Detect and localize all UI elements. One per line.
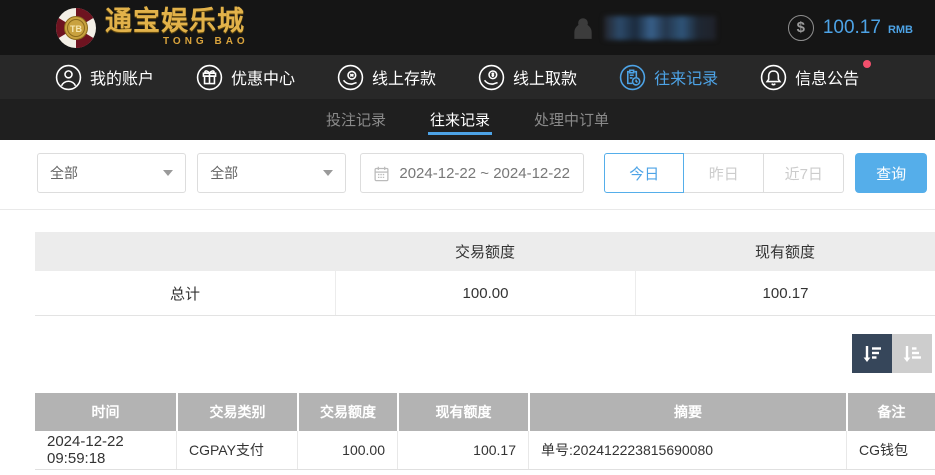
summary-total-label: 总计 xyxy=(169,285,200,303)
top-bar: TB 通宝娱乐城 TONG BAO $ 100.17 RMB xyxy=(0,0,935,55)
today-button[interactable]: 今日 xyxy=(604,153,685,193)
cell-time: 2024-12-22 09:59:18 xyxy=(47,433,124,467)
dollar-icon: $ xyxy=(787,14,814,41)
date-range-value: 2024-12-22 ~ 2024-12-22 xyxy=(399,164,570,182)
tab-processing-orders[interactable]: 处理中订单 xyxy=(534,99,609,140)
balance-amount: 100.17 xyxy=(822,16,881,38)
cell-summary: 单号:202412223815690080 xyxy=(528,431,846,469)
summary-current-balance: 100.17 xyxy=(635,271,935,315)
records-table-header: 时间 交易类别 交易额度 现有额度 摘要 备注 xyxy=(35,393,935,431)
quick-date-buttons: 今日 昨日 近7日 xyxy=(604,153,845,193)
site-logo[interactable]: TB 通宝娱乐城 TONG BAO xyxy=(55,7,249,49)
bell-icon xyxy=(760,64,787,90)
section-divider xyxy=(0,209,935,210)
sort-ascending-button[interactable] xyxy=(892,334,932,373)
nav-item-deposit[interactable]: 线上存款 xyxy=(337,64,436,91)
nav-label: 往来记录 xyxy=(654,71,719,88)
user-account-area[interactable] xyxy=(570,15,716,41)
sort-descending-button[interactable] xyxy=(852,334,892,373)
nav-item-my-account[interactable]: 我的账户 xyxy=(55,64,154,91)
logo-name-en: TONG BAO xyxy=(163,36,249,47)
nav-item-transaction-records[interactable]: 往来记录 xyxy=(619,64,718,91)
poker-chip-logo-icon: TB xyxy=(56,7,96,48)
balance-currency: RMB xyxy=(887,23,913,36)
nav-label: 线上取款 xyxy=(513,71,578,88)
main-nav: 我的账户 优惠中心 线上存款 线上取款 往来记录 信息公告 xyxy=(0,55,935,99)
user-icon xyxy=(55,64,82,90)
transaction-records-page: TB 通宝娱乐城 TONG BAO $ 100.17 RMB 我的账户 优惠中心… xyxy=(0,0,935,475)
svg-text:TB: TB xyxy=(70,24,82,34)
date-range-input[interactable]: 2024-12-22 ~ 2024-12-22 xyxy=(360,153,585,193)
sort-descending-icon xyxy=(863,345,881,362)
nav-item-announcements[interactable]: 信息公告 xyxy=(760,59,872,91)
username-blurred xyxy=(603,15,716,40)
cell-current-balance: 100.17 xyxy=(397,431,528,469)
cell-transaction-type: CGPAY支付 xyxy=(176,431,297,469)
tab-betting-records[interactable]: 投注记录 xyxy=(326,99,386,140)
summary-total-row: 总计 100.00 100.17 xyxy=(35,271,935,316)
gift-icon xyxy=(196,64,223,90)
summary-table-header: 交易额度 现有额度 xyxy=(35,232,935,271)
type-dropdown-2[interactable]: 全部 xyxy=(197,153,347,193)
calendar-icon xyxy=(374,166,389,181)
tab-transaction-records[interactable]: 往来记录 xyxy=(427,99,493,140)
sort-ascending-icon xyxy=(903,345,921,362)
summary-table: 交易额度 现有额度 总计 100.00 100.17 xyxy=(35,232,935,316)
deposit-icon xyxy=(337,64,364,90)
balance-display: $ 100.17 RMB xyxy=(787,14,913,41)
nav-label: 信息公告 xyxy=(795,71,860,88)
type-dropdown-1[interactable]: 全部 xyxy=(37,153,187,193)
logo-name-cn: 通宝娱乐城 xyxy=(105,6,245,36)
last-7-days-button[interactable]: 近7日 xyxy=(764,153,845,193)
nav-item-promotions[interactable]: 优惠中心 xyxy=(196,64,295,91)
records-icon xyxy=(619,64,646,90)
withdraw-icon xyxy=(478,64,505,90)
chevron-down-icon xyxy=(323,170,334,176)
table-row: 2024-12-22 09:59:18 CGPAY支付 100.00 100.1… xyxy=(35,431,935,470)
filter-row: 全部 全部 2024-12-22 ~ 2024-12-22 今日 昨日 近7日 … xyxy=(37,153,928,193)
cell-transaction-amount: 100.00 xyxy=(297,431,397,469)
sort-controls xyxy=(0,334,932,373)
cell-remark: CG钱包 xyxy=(846,431,935,469)
chevron-down-icon xyxy=(163,170,174,176)
nav-label: 我的账户 xyxy=(90,71,155,88)
avatar-icon xyxy=(574,17,592,39)
nav-label: 线上存款 xyxy=(372,71,437,88)
summary-transaction-amount: 100.00 xyxy=(335,271,635,315)
sub-tab-bar: 投注记录 往来记录 处理中订单 xyxy=(0,99,935,140)
yesterday-button[interactable]: 昨日 xyxy=(684,153,765,193)
records-table: 时间 交易类别 交易额度 现有额度 摘要 备注 2024-12-22 09:59… xyxy=(35,393,935,470)
nav-label: 优惠中心 xyxy=(231,71,296,88)
nav-item-withdraw[interactable]: 线上取款 xyxy=(478,64,577,91)
notification-dot xyxy=(863,59,872,68)
search-button[interactable]: 查询 xyxy=(855,153,928,193)
